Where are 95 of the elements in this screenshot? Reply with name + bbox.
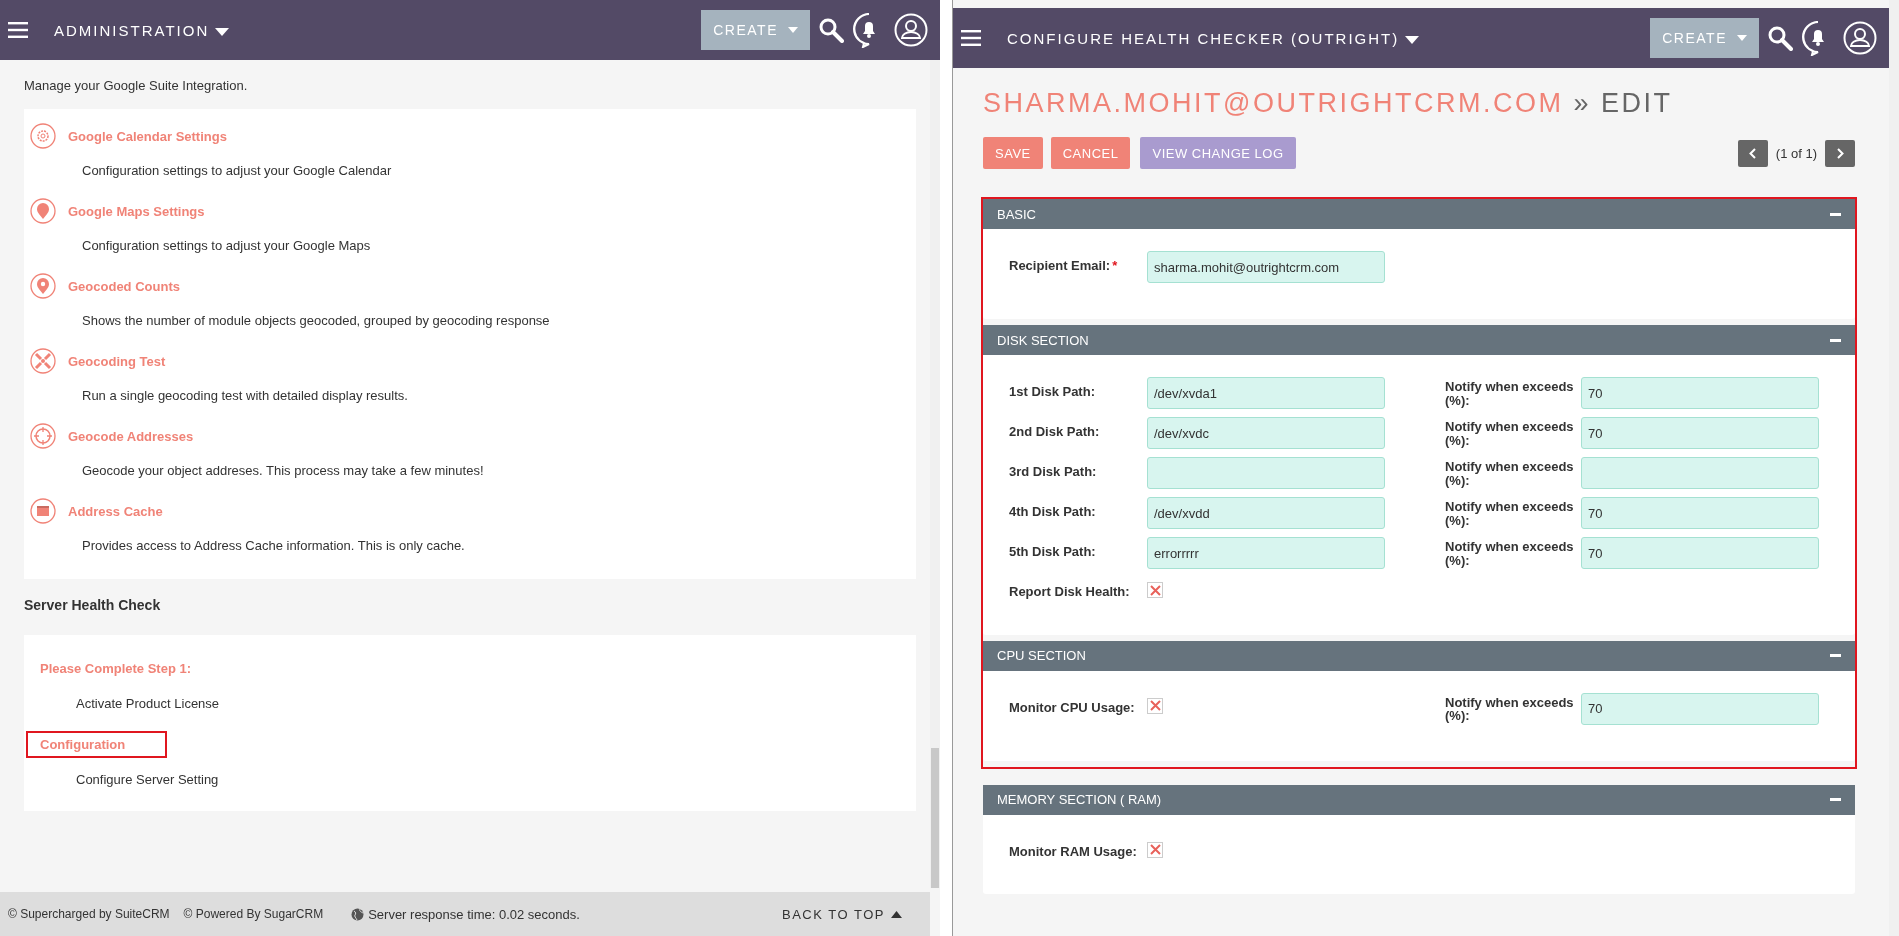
- collapse-minus-icon[interactable]: [1830, 798, 1841, 802]
- input-field[interactable]: /dev/xvdd: [1147, 497, 1385, 529]
- collapse-minus-icon[interactable]: [1830, 654, 1841, 658]
- panel-header[interactable]: BASIC: [983, 199, 1855, 229]
- previous-page-button[interactable]: [1737, 139, 1768, 167]
- back-to-top-link[interactable]: BACK TO TOP: [782, 906, 902, 922]
- search-icon[interactable]: [1767, 25, 1793, 51]
- field-label: Notify when exceeds (%):: [1445, 418, 1575, 448]
- panel-header[interactable]: MEMORY SECTION ( RAM): [983, 784, 1855, 815]
- checkbox[interactable]: [1147, 841, 1163, 858]
- admin-link[interactable]: Google Calendar Settings: [68, 128, 227, 144]
- panel-header[interactable]: CPU SECTION: [983, 640, 1855, 671]
- user-profile-icon[interactable]: [894, 13, 928, 47]
- link-description: Geocode your object addreses. This process may take a few minutes!: [82, 463, 485, 478]
- input-field[interactable]: sharma.mohit@outrightcrm.com: [1147, 251, 1385, 283]
- caret-icon[interactable]: [215, 28, 230, 36]
- module-menu[interactable]: CONFIGURE HEALTH CHECKER (OUTRIGHT): [1007, 29, 1400, 47]
- triangle-up-icon[interactable]: [891, 910, 902, 918]
- field-label: Notify when exceeds (%):: [1445, 498, 1575, 528]
- input-field[interactable]: errorrrrr: [1147, 537, 1385, 569]
- action-button[interactable]: CANCEL: [1050, 137, 1131, 169]
- action-button[interactable]: SAVE: [983, 137, 1043, 169]
- field-label: 1st Disk Path:: [1009, 383, 1096, 399]
- field-label: Report Disk Health:: [1009, 583, 1131, 599]
- page-action-title: EDIT: [1600, 88, 1673, 119]
- section-title: Server Health Check: [24, 597, 162, 613]
- link-description: Shows the number of module objects geocoded, grouped by geocoding response: [82, 313, 551, 328]
- input-field[interactable]: [1581, 457, 1819, 489]
- target-icon: [30, 423, 56, 449]
- field-label: Notify when exceeds (%):: [1445, 458, 1575, 488]
- gear-icon: [30, 123, 56, 149]
- link-description: Configure Server Setting: [76, 772, 220, 787]
- link-description: Run a single geocoding test with detailed display results.: [82, 388, 409, 403]
- input-field[interactable]: 70: [1581, 537, 1819, 569]
- link-description: Configuration settings to adjust your Google Calendar: [82, 163, 393, 178]
- field-label: Notify when exceeds (%):: [1445, 378, 1575, 408]
- map-pin-icon: [30, 198, 56, 224]
- search-icon[interactable]: [818, 17, 844, 43]
- menu-icon[interactable]: [961, 30, 981, 46]
- input-field[interactable]: 70: [1581, 692, 1819, 725]
- panel-title: DISK SECTION: [997, 332, 1089, 348]
- field-label: Recipient Email:*: [1009, 257, 1119, 273]
- menu-icon[interactable]: [8, 22, 28, 38]
- user-profile-icon[interactable]: [1843, 21, 1877, 55]
- scrollbar[interactable]: [930, 60, 940, 888]
- input-field[interactable]: 70: [1581, 497, 1819, 529]
- input-field[interactable]: /dev/xvdc: [1147, 417, 1385, 449]
- admin-link[interactable]: Please Complete Step 1:: [26, 655, 233, 682]
- field-label: 3rd Disk Path:: [1009, 463, 1098, 479]
- section-description: Manage your Google Suite Integration.: [24, 78, 249, 93]
- admin-link[interactable]: Geocode Addresses: [68, 428, 194, 444]
- chevron-right-icon[interactable]: [1836, 147, 1844, 159]
- field-label: Monitor RAM Usage:: [1009, 842, 1138, 859]
- checkbox[interactable]: [1147, 582, 1163, 598]
- link-description: Configuration settings to adjust your Google Maps: [82, 238, 372, 253]
- action-button[interactable]: VIEW CHANGE LOG: [1140, 137, 1296, 169]
- field-label: 4th Disk Path:: [1009, 503, 1097, 519]
- input-field[interactable]: /dev/xvda1: [1147, 377, 1385, 409]
- footer-link[interactable]: © Supercharged by SuiteCRM: [8, 907, 170, 921]
- panel-title: MEMORY SECTION ( RAM): [997, 792, 1162, 808]
- scrollbar-thumb[interactable]: [931, 748, 939, 888]
- collapse-minus-icon[interactable]: [1830, 212, 1841, 216]
- breadcrumb-separator: »: [1573, 88, 1591, 119]
- caret-icon[interactable]: [1405, 36, 1420, 44]
- input-field[interactable]: 70: [1581, 417, 1819, 449]
- module-menu[interactable]: ADMINISTRATION: [54, 21, 210, 39]
- box-icon: [30, 498, 56, 524]
- footer-link[interactable]: © Powered By SugarCRM: [183, 907, 324, 921]
- panel-header[interactable]: DISK SECTION: [983, 325, 1855, 355]
- input-field[interactable]: 70: [1581, 377, 1819, 409]
- field-label: Notify when exceeds (%):: [1445, 693, 1575, 723]
- admin-link[interactable]: Address Cache: [68, 503, 163, 519]
- field-label: Notify when exceeds (%):: [1445, 538, 1575, 568]
- input-field[interactable]: [1147, 457, 1385, 489]
- record-title: SHARMA.MOHIT@OUTRIGHTCRM.COM: [983, 88, 1564, 119]
- globe-icon: [351, 907, 365, 921]
- field-label: 2nd Disk Path:: [1009, 423, 1101, 439]
- map-pin-icon: [30, 273, 56, 299]
- server-response-time: Server response time: 0.02 seconds.: [368, 906, 580, 922]
- crosshair-arrows-icon: [30, 348, 56, 374]
- admin-link[interactable]: Google Maps Settings: [68, 203, 205, 219]
- admin-link[interactable]: Geocoding Test: [68, 353, 166, 369]
- admin-link[interactable]: Configuration: [26, 731, 168, 758]
- panel-title: BASIC: [997, 206, 1036, 222]
- field-label: Monitor CPU Usage:: [1009, 698, 1136, 715]
- pagination-count: (1 of 1): [1775, 145, 1817, 161]
- checkbox[interactable]: [1147, 697, 1163, 714]
- panel-title: CPU SECTION: [997, 648, 1086, 664]
- link-description: Activate Product License: [76, 696, 221, 711]
- chevron-left-icon[interactable]: [1749, 147, 1757, 159]
- next-page-button[interactable]: [1825, 139, 1855, 167]
- link-description: Provides access to Address Cache information. This is only cache.: [82, 538, 466, 553]
- admin-link[interactable]: Geocoded Counts: [68, 278, 180, 294]
- field-label: 5th Disk Path:: [1009, 543, 1097, 559]
- collapse-minus-icon[interactable]: [1830, 338, 1841, 342]
